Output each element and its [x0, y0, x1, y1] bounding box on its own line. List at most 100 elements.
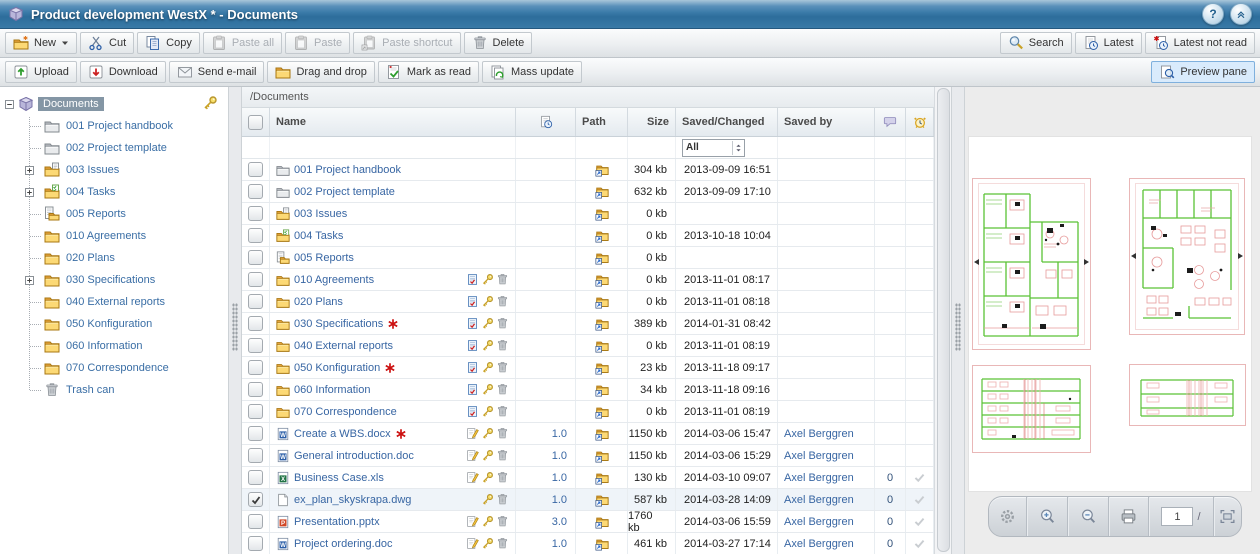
- checklist-button[interactable]: [466, 339, 479, 352]
- search-button[interactable]: Search: [999, 32, 1072, 54]
- sidebar-splitter[interactable]: [228, 87, 242, 554]
- path-folder-icon[interactable]: [595, 471, 609, 485]
- preview-pane-button[interactable]: Preview pane: [1151, 61, 1255, 83]
- path-folder-icon[interactable]: [595, 493, 609, 507]
- row-checkbox[interactable]: [248, 272, 263, 287]
- delete-button[interactable]: [496, 449, 509, 462]
- path-folder-icon[interactable]: [595, 163, 609, 177]
- column-header-checkbox[interactable]: [242, 108, 270, 136]
- row-checkbox[interactable]: [248, 514, 263, 529]
- sidebar-item-050-konfiguration[interactable]: 050 Konfiguration: [0, 313, 228, 335]
- splitter-grip[interactable]: [232, 303, 238, 351]
- permissions-button[interactable]: [481, 405, 494, 418]
- doc-name[interactable]: 002 Project template: [294, 186, 395, 198]
- delete-button[interactable]: [496, 317, 509, 330]
- download-button[interactable]: Download: [79, 61, 166, 83]
- doc-saved-by[interactable]: Axel Berggren: [778, 494, 854, 506]
- column-header-name[interactable]: Name: [270, 108, 516, 136]
- permissions-button[interactable]: [481, 493, 494, 506]
- doc-name[interactable]: Project ordering.doc: [294, 538, 392, 550]
- path-folder-icon[interactable]: [595, 317, 609, 331]
- row-checkbox[interactable]: [248, 206, 263, 221]
- scrollbar-thumb[interactable]: [937, 88, 950, 553]
- row-checkbox[interactable]: [248, 360, 263, 375]
- row-checkbox[interactable]: [248, 250, 263, 265]
- table-row[interactable]: 005 Reports 0 kb: [242, 247, 934, 269]
- sidebar-item-030-specifications[interactable]: 030 Specifications: [0, 269, 228, 291]
- table-row[interactable]: 004 Tasks 0 kb 2013-10-18 10:04: [242, 225, 934, 247]
- edit-button[interactable]: [466, 427, 479, 440]
- row-checkbox[interactable]: [248, 316, 263, 331]
- delete-button[interactable]: [496, 427, 509, 440]
- permissions-button[interactable]: [481, 339, 494, 352]
- row-checkbox[interactable]: [248, 294, 263, 309]
- delete-button[interactable]: [496, 471, 509, 484]
- edit-button[interactable]: [466, 449, 479, 462]
- edit-button[interactable]: [466, 471, 479, 484]
- doc-saved-by[interactable]: Axel Berggren: [778, 538, 854, 550]
- fit-to-window-button[interactable]: [1214, 497, 1241, 536]
- send-e-mail-button[interactable]: Send e-mail: [168, 61, 265, 83]
- path-folder-icon[interactable]: [595, 515, 609, 529]
- path-folder-icon[interactable]: [595, 185, 609, 199]
- table-row[interactable]: 002 Project template 632 kb 2013-09-09 17:…: [242, 181, 934, 203]
- permissions-button[interactable]: [481, 383, 494, 396]
- sidebar-item-003-issues[interactable]: 003 Issues: [0, 159, 228, 181]
- column-header-saved_changed[interactable]: Saved/Changed: [676, 108, 778, 136]
- sidebar-item-020-plans[interactable]: 020 Plans: [0, 247, 228, 269]
- sidebar-item-010-agreements[interactable]: 010 Agreements: [0, 225, 228, 247]
- table-row[interactable]: 040 External reports 0 kb 2013-11-01 08:19: [242, 335, 934, 357]
- path-folder-icon[interactable]: [595, 295, 609, 309]
- doc-saved-by[interactable]: Axel Berggren: [778, 472, 854, 484]
- select-all-checkbox[interactable]: [248, 114, 263, 130]
- delete-button[interactable]: [496, 273, 509, 286]
- print-button[interactable]: [1109, 497, 1149, 536]
- doc-saved-by[interactable]: Axel Berggren: [778, 428, 854, 440]
- sidebar-item-040-external-reports[interactable]: 040 External reports: [0, 291, 228, 313]
- doc-saved-by[interactable]: Axel Berggren: [778, 450, 854, 462]
- permissions-button[interactable]: [481, 449, 494, 462]
- page-number-input[interactable]: [1161, 507, 1194, 526]
- path-folder-icon[interactable]: [595, 405, 609, 419]
- permissions-button[interactable]: [481, 471, 494, 484]
- new-button[interactable]: New: [5, 32, 78, 54]
- collapse-button[interactable]: [1230, 3, 1252, 25]
- permissions-button[interactable]: [481, 515, 494, 528]
- row-checkbox[interactable]: [248, 470, 263, 485]
- delete-button[interactable]: [496, 493, 509, 506]
- path-folder-icon[interactable]: [595, 383, 609, 397]
- permissions-button[interactable]: [481, 317, 494, 330]
- path-folder-icon[interactable]: [595, 207, 609, 221]
- table-row[interactable]: 060 Information 34 kb 2013-11-18 09:16: [242, 379, 934, 401]
- expand-plus-icon[interactable]: [25, 166, 34, 175]
- table-row[interactable]: 001 Project handbook 304 kb 2013-09-09 16:…: [242, 159, 934, 181]
- permissions-key-icon[interactable]: [202, 95, 218, 111]
- doc-name[interactable]: 003 Issues: [294, 208, 347, 220]
- row-checkbox[interactable]: [248, 184, 263, 199]
- edit-button[interactable]: [466, 537, 479, 550]
- doc-name[interactable]: 060 Information: [294, 384, 370, 396]
- table-row[interactable]: W General introduction.doc 1.0 1150 kb 2014-…: [242, 445, 934, 467]
- expand-plus-icon[interactable]: [25, 276, 34, 285]
- table-row[interactable]: 030 Specifications 389 kb 2014-01-31 08:42: [242, 313, 934, 335]
- column-header-comments[interactable]: [875, 108, 906, 136]
- doc-name[interactable]: 020 Plans: [294, 296, 343, 308]
- doc-name[interactable]: 001 Project handbook: [294, 164, 401, 176]
- table-row[interactable]: P Presentation.pptx 3.0 1760 kb 2014-03-06 1…: [242, 511, 934, 533]
- doc-name[interactable]: 040 External reports: [294, 340, 393, 352]
- delete-button[interactable]: [496, 295, 509, 308]
- row-checkbox[interactable]: [248, 338, 263, 353]
- table-row[interactable]: 070 Correspondence 0 kb 2013-11-01 08:19: [242, 401, 934, 423]
- permissions-button[interactable]: [481, 295, 494, 308]
- path-folder-icon[interactable]: [595, 229, 609, 243]
- sidebar-item-060-information[interactable]: 060 Information: [0, 335, 228, 357]
- doc-name[interactable]: 070 Correspondence: [294, 406, 397, 418]
- mass-update-button[interactable]: Mass update: [482, 61, 582, 83]
- permissions-button[interactable]: [481, 427, 494, 440]
- table-row[interactable]: W Create a WBS.docx 1.0 1150 kb 2014-03-06 1…: [242, 423, 934, 445]
- sidebar-item-002-project-template[interactable]: 002 Project template: [0, 137, 228, 159]
- sidebar-item-001-project-handbook[interactable]: 001 Project handbook: [0, 115, 228, 137]
- path-folder-icon[interactable]: [595, 427, 609, 441]
- column-header-path[interactable]: Path: [576, 108, 628, 136]
- checklist-button[interactable]: [466, 383, 479, 396]
